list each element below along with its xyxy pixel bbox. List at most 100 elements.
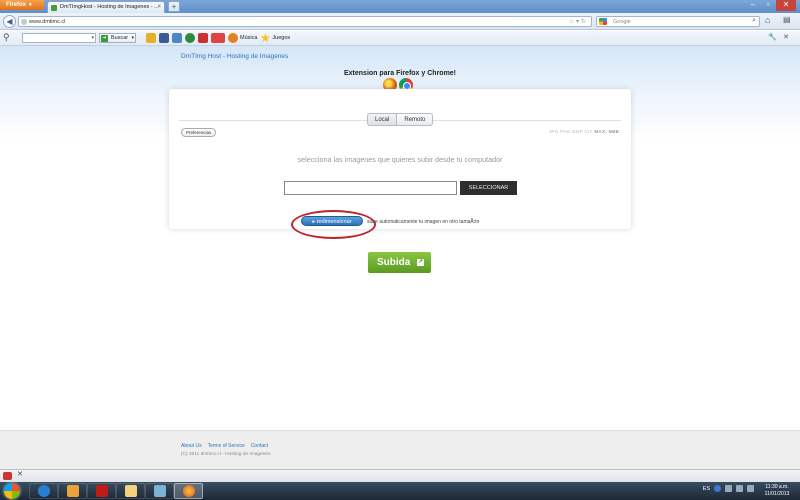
addon-icon[interactable] [3,472,12,480]
resize-label: redimensionar [316,219,352,225]
musica-label[interactable]: Música [240,35,257,41]
firefox-menu-button[interactable]: Firefox ▾ [0,0,44,10]
acrobat-icon [95,485,108,497]
toolbar-icons: Música Juegos [146,33,290,43]
start-button[interactable] [2,482,22,500]
url-bar[interactable]: www.dmtimc.cl ☆▾↻ [18,16,592,27]
url-actions: ☆▾↻ [569,17,588,27]
search-bar[interactable]: Google ⌕ [596,16,760,27]
footer-link-about[interactable]: About Us [181,443,202,449]
footer-links: About Us Terms of Service Contact [181,443,268,449]
internet-explorer-icon [37,485,50,497]
clock-time: 11:30 a.m. [765,484,789,490]
arrow-up-right-icon: ↗ [417,259,424,266]
search-placeholder: Google [613,19,631,25]
media-player-icon [66,485,79,497]
site-favicon-icon [51,5,57,11]
firefox-menu-label: Firefox [6,2,27,8]
back-arrow-icon[interactable]: ◀ [3,15,16,28]
volume-icon[interactable] [747,485,754,492]
taskbar-item-firefox[interactable] [174,483,203,499]
clock-date: 11/01/2013 [764,491,790,497]
star-icon[interactable] [260,33,271,43]
formats-list: JPG PNG BMP GIF [548,129,593,134]
screen: Firefox ▾ DmTImgHost - Hosting de Imagene… [0,0,800,500]
source-tabs: Local Remoto [367,113,434,126]
arrow-right-icon: ➜ [101,35,108,42]
copyright: (C) 2011 dmtimc.cl - Hosting de Imagenes [181,452,271,457]
browser-tab[interactable]: DmTImgHost - Hosting de Imagenes - ... × [47,1,165,13]
taskbar-item-media[interactable] [58,483,87,499]
preferences-button[interactable]: Preferencias [181,128,217,137]
windows-logo-icon [4,483,20,499]
addon-bar: ✕ [0,469,800,482]
wrench-icon[interactable]: 🔧 [768,34,783,41]
close-icon[interactable]: ✕ [783,34,795,41]
youtube-icon[interactable] [198,33,208,43]
bookmarks-menu-icon[interactable]: ▤ [783,15,791,24]
navigation-bar: ◀ www.dmtimc.cl ☆▾↻ Google ⌕ ⌂ ▤ [0,13,800,30]
taskbar: ES 11:30 a.m. 11/01/2013 [0,482,800,500]
close-tab-icon[interactable]: × [157,2,161,13]
home-icon[interactable]: ⌂ [765,15,770,25]
reload-icon[interactable]: ↻ [581,19,588,25]
select-files-button[interactable]: SELECCIONAR [460,181,517,195]
url-text: www.dmtimc.cl [29,19,66,25]
file-path-input[interactable] [284,181,457,195]
folder-icon [124,485,137,497]
clock[interactable]: 11:30 a.m. 11/01/2013 [756,484,798,498]
toolbar-search-input[interactable]: ▾ [22,33,96,43]
buscar-button[interactable]: ➜ Buscar ▾ [99,33,136,43]
taskbar-apps [29,483,203,499]
tab-bar: Firefox ▾ DmTImgHost - Hosting de Imagene… [0,0,800,13]
resize-button[interactable]: ▸ redimensionar [301,216,363,226]
google-icon[interactable] [599,18,607,25]
footer-link-contact[interactable]: Contact [251,443,268,449]
chevron-down-icon: ▾ [29,2,32,8]
lightbulb-icon[interactable] [146,33,156,43]
globe-icon[interactable] [185,33,195,43]
max-size: MAX: 5MB [594,129,619,134]
buscar-label: Buscar [111,35,129,41]
window-controls: – ▫ ✕ [746,0,796,12]
close-icon[interactable]: ✕ [17,470,23,478]
music-icon[interactable] [228,33,238,43]
maximize-icon[interactable]: ▫ [761,0,775,11]
facebook-icon[interactable] [159,33,169,43]
search-icon[interactable]: ⌕ [752,16,756,26]
site-identity-icon[interactable] [21,19,27,25]
search-icon[interactable]: ⚲ [3,32,10,43]
footer: About Us Terms of Service Contact (C) 20… [0,430,800,469]
tab-remoto[interactable]: Remoto [397,113,434,126]
extension-title: Extension para Firefox y Chrome! [343,70,457,77]
taskbar-item-explorer[interactable] [116,483,145,499]
help-icon[interactable] [714,485,721,492]
toolbar-right-icons: 🔧✕ [768,33,795,41]
juegos-label[interactable]: Juegos [272,35,290,41]
flag-icon[interactable] [736,485,743,492]
addon-toolbar: ⚲ ▾ ➜ Buscar ▾ Música Juegos 🔧✕ [0,31,800,46]
minimize-icon[interactable]: – [746,0,760,11]
upload-label: Subida [377,257,411,268]
new-tab-button[interactable]: + [168,1,180,12]
select-instructions: selecciona las imagenes que quieres subi… [297,155,503,164]
footer-link-terms[interactable]: Terms of Service [208,443,245,449]
radio-icon[interactable] [211,33,225,43]
upload-button[interactable]: Subida ↗ [368,252,431,273]
mail-icon[interactable] [172,33,182,43]
taskbar-item-ie[interactable] [29,483,58,499]
chevron-down-icon: ▾ [131,35,134,41]
network-icon[interactable] [725,485,732,492]
formats-info: JPG PNG BMP GIF MAX: 5MB [549,129,619,134]
tab-local[interactable]: Local [367,113,398,126]
language-indicator[interactable]: ES [703,486,710,492]
taskbar-item-acrobat[interactable] [87,483,116,499]
site-title[interactable]: DmTImg Host - Hosting de Imagenes [181,53,288,60]
network-icon [153,485,166,497]
taskbar-item-network[interactable] [145,483,174,499]
close-window-icon[interactable]: ✕ [776,0,796,11]
chevron-down-icon[interactable]: ▾ [91,34,94,43]
bookmark-star-icon[interactable]: ☆ [569,19,576,25]
upload-card: Local Remoto Preferencias JPG PNG BMP GI… [169,89,631,239]
tab-title: DmTImgHost - Hosting de Imagenes - ... [60,4,159,10]
